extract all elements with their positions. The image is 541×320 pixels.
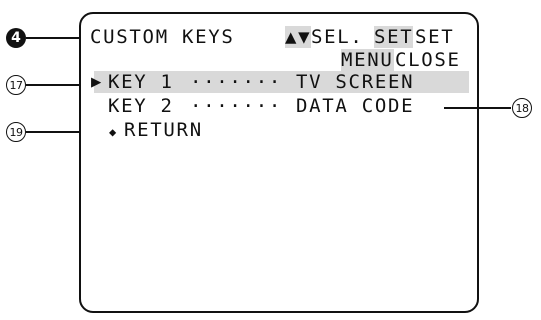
callout-17: 17 [6,75,26,95]
menu-title: CUSTOM KEYS [90,26,235,48]
leader-line-19 [26,131,83,133]
set-key-label: SET [374,26,414,48]
callout-4-label: 4 [11,30,21,46]
callout-19-label: 19 [9,125,24,139]
callout-18-label: 18 [515,101,530,115]
key-2-label[interactable]: KEY 2 [108,95,174,117]
custom-keys-diagram: 4 17 19 18 CUSTOM KEYS ▲▼ SEL. SET SET M… [0,0,541,320]
return-label[interactable]: RETURN [124,119,203,141]
select-hint-arrows: ▲▼ [285,26,312,48]
menu-cursor-icon: ▶ [91,72,103,92]
set-hint-label: SET [415,26,455,48]
close-hint-label: CLOSE [395,49,461,71]
callout-18: 18 [512,98,532,118]
callout-4: 4 [6,28,26,48]
callout-17-label: 17 [9,78,24,92]
key-1-value[interactable]: TV SCREEN [296,71,414,93]
key-1-label[interactable]: KEY 1 [108,71,174,93]
return-icon: ◆ [109,125,118,139]
key-2-dots: ······· [190,95,282,117]
callout-19: 19 [6,122,26,142]
key-1-dots: ······· [190,71,282,93]
leader-line-18 [444,107,511,109]
leader-line-4 [26,37,86,39]
key-2-value[interactable]: DATA CODE [296,95,414,117]
select-hint-label: SEL. [311,26,364,48]
menu-key-label: MENU [341,49,394,71]
